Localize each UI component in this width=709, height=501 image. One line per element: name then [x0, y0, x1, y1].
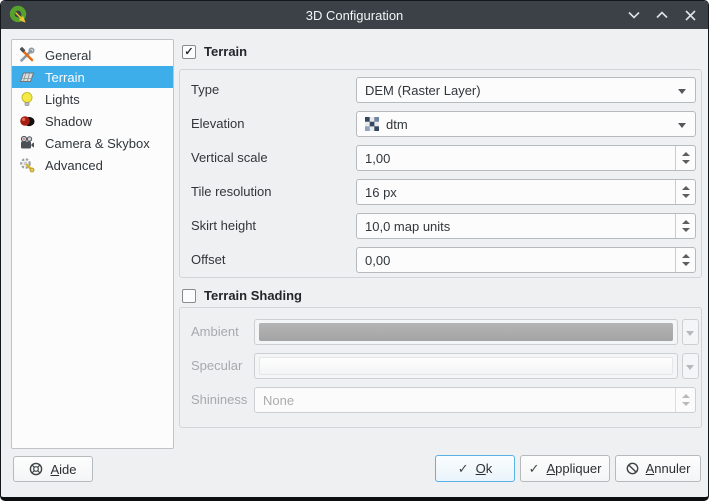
minimize-icon[interactable] — [626, 7, 642, 23]
apply-button-label: Appliquer — [546, 461, 601, 476]
sidebar-item-advanced[interactable]: Advanced — [12, 154, 173, 176]
shininess-label: Shininess — [191, 392, 247, 407]
sidebar-item-label: Terrain — [45, 70, 85, 85]
sidebar-item-terrain[interactable]: Terrain — [12, 66, 173, 88]
ambient-color-dropdown — [682, 319, 699, 345]
skirt-height-label: Skirt height — [191, 218, 256, 233]
check-icon: ✓ — [529, 461, 540, 477]
vertical-scale-spinbox[interactable]: 1,00 — [356, 145, 696, 171]
ambient-color-swatch — [259, 323, 673, 341]
chevron-down-icon — [678, 123, 686, 128]
apply-button[interactable]: ✓ Appliquer — [520, 455, 610, 482]
ok-button[interactable]: ✓ Ok — [435, 455, 515, 482]
cancel-icon — [626, 462, 639, 475]
sidebar-item-label: Lights — [45, 92, 80, 107]
help-button[interactable]: Aide — [13, 456, 93, 482]
terrain-shading-checkbox[interactable] — [182, 289, 196, 303]
terrain-shading-checkbox-row: Terrain Shading — [182, 288, 302, 303]
skirt-height-spinbox[interactable]: 10,0 map units — [356, 213, 696, 239]
vertical-scale-value: 1,00 — [365, 151, 390, 166]
shadow-sphere-icon — [19, 113, 35, 129]
terrain-group-title: Terrain — [204, 44, 247, 59]
shininess-value: None — [263, 393, 294, 408]
offset-value: 0,00 — [365, 253, 390, 268]
specular-label: Specular — [191, 358, 242, 373]
elevation-value: dtm — [386, 117, 408, 132]
sidebar-item-label: Camera & Skybox — [45, 136, 150, 151]
tile-resolution-spinbox[interactable]: 16 px — [356, 179, 696, 205]
skirt-height-value: 10,0 map units — [365, 219, 450, 234]
spinner-arrows[interactable] — [675, 146, 695, 170]
spin-down-icon[interactable] — [682, 228, 690, 232]
check-icon: ✓ — [458, 461, 469, 477]
sidebar-item-label: Advanced — [45, 158, 103, 173]
tools-crossed-icon — [19, 47, 35, 63]
chevron-down-icon — [678, 89, 686, 94]
terrain-checkbox[interactable]: ✓ — [182, 45, 196, 59]
spinner-arrows — [675, 388, 695, 412]
cancel-button-label: Annuler — [646, 461, 691, 476]
tile-resolution-label: Tile resolution — [191, 184, 271, 199]
titlebar[interactable]: 3D Configuration — [1, 1, 708, 29]
spin-down-icon[interactable] — [682, 160, 690, 164]
specular-color-swatch — [259, 357, 673, 375]
ok-button-label: Ok — [476, 461, 493, 476]
spin-up-icon[interactable] — [682, 254, 690, 258]
ambient-label: Ambient — [191, 324, 239, 339]
sidebar-item-camera-skybox[interactable]: Camera & Skybox — [12, 132, 173, 154]
cancel-button[interactable]: Annuler — [615, 455, 701, 482]
help-button-label: Aide — [50, 462, 76, 477]
type-label: Type — [191, 82, 219, 97]
sidebar-item-general[interactable]: General — [12, 44, 173, 66]
spinner-arrows[interactable] — [675, 180, 695, 204]
window-title: 3D Configuration — [1, 8, 708, 23]
spin-up-icon[interactable] — [682, 220, 690, 224]
terrain-mesh-icon — [19, 69, 35, 85]
chevron-down-icon — [686, 331, 694, 336]
settings-category-list: General Terrain Lights — [11, 39, 174, 449]
sidebar-item-lights[interactable]: Lights — [12, 88, 173, 110]
close-icon[interactable] — [682, 7, 698, 23]
ambient-color-button — [254, 319, 678, 345]
terrain-shading-group-title: Terrain Shading — [204, 288, 302, 303]
vertical-scale-label: Vertical scale — [191, 150, 268, 165]
offset-label: Offset — [191, 252, 225, 267]
raster-layer-icon — [365, 117, 379, 131]
advanced-gear-wrench-icon — [19, 157, 35, 173]
specular-color-button — [254, 353, 678, 379]
sidebar-item-shadow[interactable]: Shadow — [12, 110, 173, 132]
type-value: DEM (Raster Layer) — [365, 83, 481, 98]
sidebar-item-label: General — [45, 48, 91, 63]
spin-up-icon — [682, 394, 690, 398]
spin-down-icon[interactable] — [682, 262, 690, 266]
spin-up-icon[interactable] — [682, 152, 690, 156]
chevron-down-icon — [686, 365, 694, 370]
spin-down-icon[interactable] — [682, 194, 690, 198]
tile-resolution-value: 16 px — [365, 185, 397, 200]
light-bulb-icon — [19, 91, 35, 107]
spinner-arrows[interactable] — [675, 248, 695, 272]
sidebar-item-label: Shadow — [45, 114, 92, 129]
maximize-icon[interactable] — [654, 7, 670, 23]
spinner-arrows[interactable] — [675, 214, 695, 238]
shininess-spinbox: None — [254, 387, 696, 413]
elevation-label: Elevation — [191, 116, 244, 131]
check-icon: ✓ — [184, 45, 193, 58]
movie-camera-icon — [19, 135, 35, 151]
dialog-3d-configuration: 3D Configuration General — [0, 0, 709, 501]
type-combobox[interactable]: DEM (Raster Layer) — [356, 77, 696, 103]
offset-spinbox[interactable]: 0,00 — [356, 247, 696, 273]
help-buoy-icon — [29, 462, 43, 476]
spin-down-icon — [682, 402, 690, 406]
terrain-checkbox-row: ✓ Terrain — [182, 44, 247, 59]
elevation-combobox[interactable]: dtm — [356, 111, 696, 137]
spin-up-icon[interactable] — [682, 186, 690, 190]
specular-color-dropdown — [682, 353, 699, 379]
